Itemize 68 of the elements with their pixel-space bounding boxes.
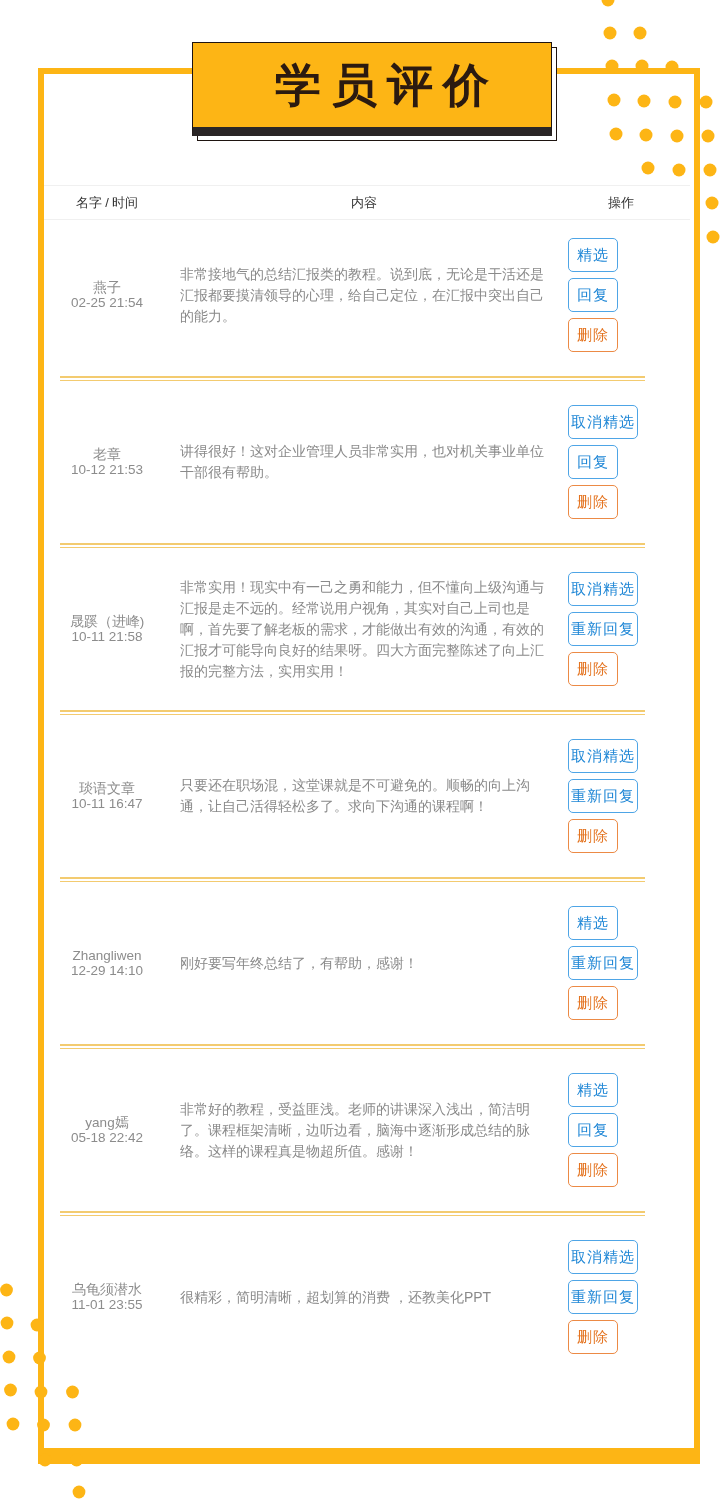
column-header: 内容 bbox=[350, 193, 378, 212]
dot-icon bbox=[641, 161, 655, 175]
dot-icon bbox=[2, 1350, 16, 1364]
delete-button[interactable]: 删除 bbox=[568, 652, 618, 686]
feature-button[interactable]: 精选 bbox=[568, 906, 618, 940]
dot-icon bbox=[637, 94, 651, 108]
dot-icon bbox=[668, 95, 682, 109]
reply-button[interactable]: 回复 bbox=[568, 278, 618, 312]
dot-icon bbox=[639, 128, 653, 142]
dot-icon bbox=[72, 1485, 86, 1499]
reply-button[interactable]: 回复 bbox=[568, 1113, 618, 1147]
review-text: 很精彩，简明清晰，超划算的消费 ，还教美化PPT bbox=[180, 1287, 493, 1307]
review-text: 讲得很好！这对企业管理人员非常实用，也对机关事业单位干部很有帮助。 bbox=[180, 442, 545, 482]
reviewer-name: yang嫣 bbox=[85, 1115, 129, 1130]
column-header: 操作 bbox=[607, 193, 635, 212]
review-text: 只要还在职场混，这堂课就是不可避免的。顺畅的向上沟通，让自己活得轻松多了。求向下沟通的课程啊！ bbox=[180, 776, 531, 816]
dot-icon bbox=[0, 1316, 14, 1330]
reply-button[interactable]: 重新回复 bbox=[568, 612, 638, 646]
dot-icon bbox=[4, 1383, 17, 1397]
feature-button[interactable]: 取消精选 bbox=[568, 1240, 638, 1274]
review-time: 12-29 14:10 bbox=[70, 963, 144, 978]
dot-icon bbox=[633, 26, 647, 40]
feature-button[interactable]: 精选 bbox=[568, 1073, 618, 1107]
dot-icon bbox=[603, 26, 617, 40]
review-text: 非常实用！现实中有一己之勇和能力，但不懂向上级沟通与汇报是走不远的。经常说用户视角，其实对自己上司也是啊，首先要了解老板的需求，才能做出有效的沟通，有效的汇报才可能导向良好的结果呀。四大方面完整陈述了向上汇报的完整方法，实用实用！ bbox=[180, 577, 545, 681]
page-title: 学员评价 bbox=[275, 57, 499, 113]
review-time: 11-01 23:55 bbox=[71, 1297, 143, 1312]
feature-button[interactable]: 取消精选 bbox=[568, 572, 638, 606]
dot-icon bbox=[706, 230, 720, 244]
delete-button[interactable]: 删除 bbox=[568, 318, 618, 352]
reply-button[interactable]: 重新回复 bbox=[568, 946, 638, 980]
reviewer-name: 乌龟须潜水 bbox=[72, 1282, 142, 1297]
dot-icon bbox=[670, 129, 684, 143]
column-header: 名字 / 时间 bbox=[74, 193, 140, 212]
reviewer-name: 老章 bbox=[93, 447, 121, 462]
delete-button[interactable]: 删除 bbox=[568, 819, 618, 853]
review-text: 非常接地气的总结汇报类的教程。说到底，无论是干活还是汇报都要摸清领导的心理，给自己定位，在汇报中突出自己的能力。 bbox=[180, 264, 545, 326]
dot-icon bbox=[609, 127, 623, 141]
dot-icon bbox=[0, 1283, 13, 1297]
review-text: 刚好要写年终总结了，有帮助，感谢！ bbox=[180, 953, 419, 973]
reply-button[interactable]: 回复 bbox=[568, 445, 618, 479]
reviewer-name: 琰语文章 bbox=[79, 781, 135, 796]
dot-icon bbox=[672, 163, 686, 177]
dot-icon bbox=[66, 1385, 79, 1399]
dot-icon bbox=[607, 93, 621, 107]
feature-button[interactable]: 精选 bbox=[568, 238, 618, 272]
reply-button[interactable]: 重新回复 bbox=[568, 779, 638, 813]
feature-button[interactable]: 取消精选 bbox=[568, 739, 638, 773]
dot-icon bbox=[701, 129, 715, 143]
dot-icon bbox=[68, 1418, 82, 1432]
feature-button[interactable]: 取消精选 bbox=[568, 405, 638, 439]
review-time: 10-12 21:53 bbox=[70, 462, 144, 477]
delete-button[interactable]: 删除 bbox=[568, 1153, 618, 1187]
delete-button[interactable]: 删除 bbox=[568, 485, 618, 519]
delete-button[interactable]: 删除 bbox=[568, 986, 618, 1020]
review-text: 非常好的教程，受益匪浅。老师的讲课深入浅出，简洁明了。课程框架清晰，边听边看，脑海中逐渐形成总结的脉络。这样的课程真是物超所值。感谢！ bbox=[180, 1099, 531, 1161]
reviewer-name: 燕子 bbox=[93, 280, 121, 295]
review-time: 10-11 16:47 bbox=[71, 796, 143, 811]
dot-icon bbox=[6, 1417, 20, 1431]
review-time: 10-11 21:58 bbox=[71, 629, 143, 644]
dot-icon bbox=[705, 196, 719, 210]
review-time: 02-25 21:54 bbox=[70, 295, 144, 310]
review-time: 05-18 22:42 bbox=[70, 1130, 144, 1145]
reviewer-name: 晟蹊（进峰) bbox=[69, 614, 145, 629]
reviewer-name: Zhangliwen bbox=[72, 948, 142, 963]
delete-button[interactable]: 删除 bbox=[568, 1320, 618, 1354]
reply-button[interactable]: 重新回复 bbox=[568, 1280, 638, 1314]
dot-icon bbox=[703, 163, 717, 177]
